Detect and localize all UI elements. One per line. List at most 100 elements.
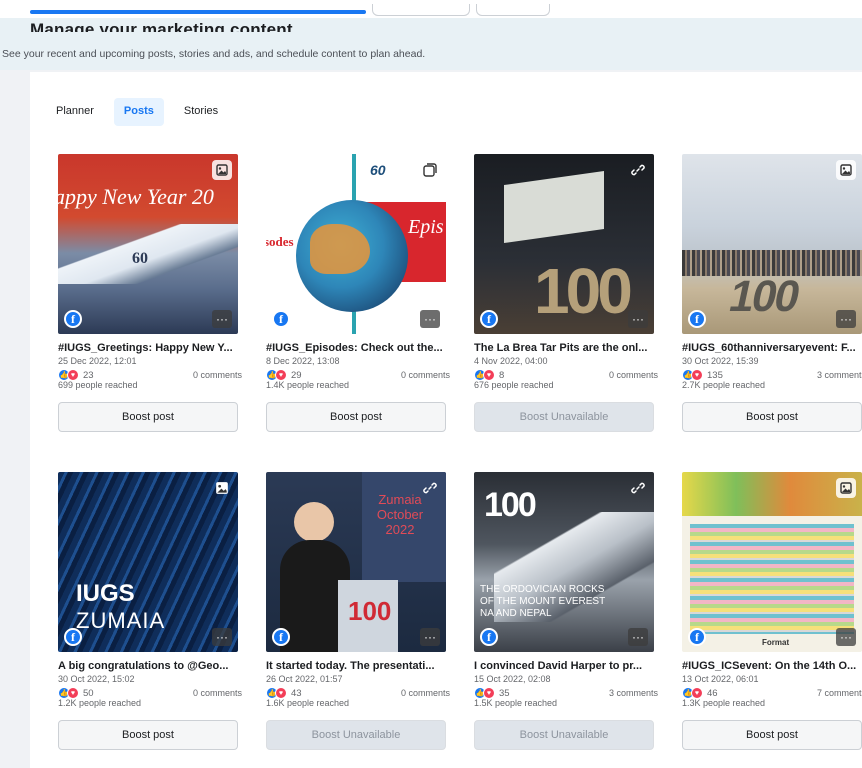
more-options-icon[interactable]: ··· [212, 310, 232, 328]
post-card[interactable]: Zumaia October 2022 100 f ··· It started… [266, 472, 450, 768]
time-scale-chart [690, 524, 854, 634]
comment-count[interactable]: 0 comments [401, 688, 450, 698]
tab-planner[interactable]: Planner [50, 98, 100, 126]
image-caption: Format [762, 638, 790, 647]
presentation-screen [504, 170, 604, 244]
post-title[interactable]: #IUGS_ICSevent: On the 14th O... [682, 660, 862, 672]
photo-collage [682, 472, 862, 516]
boost-post-button[interactable]: Boost post [58, 720, 238, 750]
people-reached: 1.6K people reached [266, 698, 350, 708]
post-title[interactable]: #IUGS_Episodes: Check out the... [266, 342, 450, 354]
reaction-count: 8 [499, 369, 505, 381]
people-reached: 676 people reached [474, 380, 554, 390]
people-reached: 1.5K people reached [474, 698, 558, 708]
reaction-count: 35 [499, 687, 510, 699]
boost-post-button[interactable]: Boost post [58, 402, 238, 432]
post-thumbnail[interactable]: appy New Year 20 60 f ··· [58, 154, 238, 334]
more-options-icon[interactable]: ··· [836, 628, 856, 646]
people-reached: 1.2K people reached [58, 698, 142, 708]
image-greeting-text: appy New Year 20 [58, 184, 214, 209]
comment-count[interactable]: 3 comments [817, 370, 862, 380]
link-icon [628, 478, 648, 498]
album-icon [420, 160, 440, 180]
post-card[interactable]: 100 THE ORDOVICIAN ROCKS OF THE MOUNT EV… [474, 472, 658, 768]
page-header: Manage your marketing content See your r… [0, 18, 862, 70]
more-options-icon[interactable]: ··· [212, 628, 232, 646]
post-thumbnail[interactable]: 100 f ··· [474, 154, 654, 334]
image-number-text: 100 [724, 272, 803, 321]
post-card[interactable]: IUGS ZUMAIA f ··· A big congratulations … [58, 472, 242, 768]
post-date: 15 Oct 2022, 02:08 [474, 674, 551, 684]
image-title-text: Zumaia October 2022 [376, 492, 424, 537]
facebook-icon: f [272, 628, 290, 646]
post-thumbnail[interactable]: 100 f ··· [682, 154, 862, 334]
boost-unavailable-button[interactable]: Boost Unavailable [474, 720, 654, 750]
page-title: Manage your marketing content [30, 20, 293, 32]
post-thumbnail[interactable]: Zumaia October 2022 100 f ··· [266, 472, 446, 652]
post-date: 30 Oct 2022, 15:02 [58, 674, 135, 684]
more-options-icon[interactable]: ··· [420, 628, 440, 646]
image-caption: THE ORDOVICIAN ROCKS OF THE MOUNT EVERES… [480, 584, 606, 619]
post-thumbnail[interactable]: IUGS ZUMAIA f ··· [58, 472, 238, 652]
reaction-count: 46 [707, 687, 718, 699]
post-thumbnail[interactable]: Epis sodes 60 f ··· [266, 154, 446, 334]
more-options-icon[interactable]: ··· [420, 310, 440, 328]
photo-icon [212, 478, 232, 498]
facebook-icon: f [64, 310, 82, 328]
people-reached: 2.7K people reached [682, 380, 766, 390]
facebook-icon: f [480, 628, 498, 646]
reaction-count: 23 [83, 369, 94, 381]
post-title[interactable]: A big congratulations to @Geo... [58, 660, 242, 672]
people-reached: 1.3K people reached [682, 698, 766, 708]
link-icon [628, 160, 648, 180]
reaction-count: 43 [291, 687, 302, 699]
tab-stories[interactable]: Stories [178, 98, 224, 126]
more-options-icon[interactable]: ··· [836, 310, 856, 328]
boost-post-button[interactable]: Boost post [682, 402, 862, 432]
content-tabs: Planner Posts Stories [50, 98, 224, 126]
facebook-icon: f [688, 628, 706, 646]
post-title[interactable]: I convinced David Harper to pr... [474, 660, 658, 672]
boost-post-button[interactable]: Boost post [682, 720, 862, 750]
photo-icon [212, 160, 232, 180]
more-options-icon[interactable]: ··· [628, 628, 648, 646]
content-panel: Planner Posts Stories appy New Year 20 6… [30, 72, 862, 768]
comment-count[interactable]: 0 comments [609, 370, 658, 380]
post-thumbnail[interactable]: 100 THE ORDOVICIAN ROCKS OF THE MOUNT EV… [474, 472, 654, 652]
globe-land [310, 224, 370, 274]
boost-unavailable-button[interactable]: Boost Unavailable [266, 720, 446, 750]
comment-count[interactable]: 0 comments [193, 688, 242, 698]
post-card[interactable]: Format f ··· #IUGS_ICSevent: On the 14th… [682, 472, 862, 768]
post-date: 30 Oct 2022, 15:39 [682, 356, 759, 366]
post-card[interactable]: 100 f ··· #IUGS_60thanniversaryevent: F.… [682, 154, 862, 450]
image-caption: sodes [266, 234, 294, 249]
post-title[interactable]: The La Brea Tar Pits are the onl... [474, 342, 658, 354]
comment-count[interactable]: 3 comments [609, 688, 658, 698]
post-thumbnail[interactable]: Format f ··· [682, 472, 862, 652]
post-date: 26 Oct 2022, 01:57 [266, 674, 343, 684]
iugs-logo: 60 [370, 162, 386, 178]
post-card[interactable]: 100 f ··· The La Brea Tar Pits are the o… [474, 154, 658, 450]
reaction-count: 50 [83, 687, 94, 699]
post-title[interactable]: #IUGS_Greetings: Happy New Y... [58, 342, 242, 354]
comment-count[interactable]: 7 comments [817, 688, 862, 698]
image-number-text: 100 [484, 486, 537, 524]
top-tab[interactable] [476, 4, 550, 16]
image-title-text: IUGS [76, 580, 135, 607]
boost-unavailable-button[interactable]: Boost Unavailable [474, 402, 654, 432]
image-caption: ZUMAIA [76, 608, 166, 633]
facebook-icon: f [272, 310, 290, 328]
speaker-head [294, 502, 334, 542]
post-title[interactable]: It started today. The presentati... [266, 660, 450, 672]
post-date: 25 Dec 2022, 12:01 [58, 356, 137, 366]
boost-post-button[interactable]: Boost post [266, 402, 446, 432]
comment-count[interactable]: 0 comments [401, 370, 450, 380]
more-options-icon[interactable]: ··· [628, 310, 648, 328]
top-tab[interactable] [372, 4, 470, 16]
post-card[interactable]: Epis sodes 60 f ··· #IUGS_Episodes: Chec… [266, 154, 450, 450]
tab-posts[interactable]: Posts [113, 98, 164, 126]
comment-count[interactable]: 0 comments [193, 370, 242, 380]
post-title[interactable]: #IUGS_60thanniversaryevent: F... [682, 342, 862, 354]
post-card[interactable]: appy New Year 20 60 f ··· #IUGS_Greeting… [58, 154, 242, 450]
image-caption: 60 [132, 250, 148, 267]
